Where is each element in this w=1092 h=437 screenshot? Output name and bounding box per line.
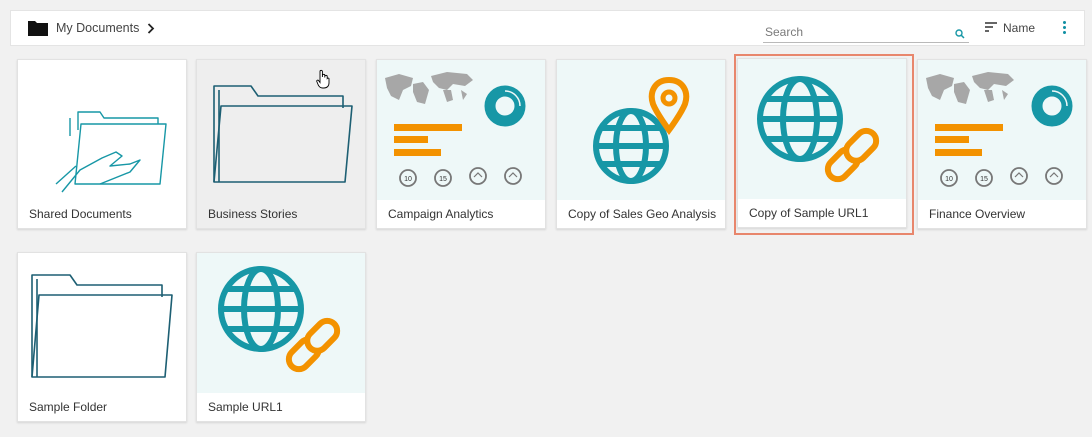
document-card-label: Finance Overview	[929, 207, 1026, 221]
globe-pin-icon	[557, 60, 725, 200]
sort-button[interactable]: Name	[985, 19, 1035, 37]
toolbar: My Documents Name	[10, 10, 1085, 46]
more-options-icon[interactable]	[1059, 20, 1069, 36]
shared-folder-icon	[18, 60, 186, 200]
search-icon[interactable]	[955, 26, 965, 44]
folder-icon	[28, 20, 48, 36]
document-card-label: Sample URL1	[208, 400, 283, 414]
svg-text:15: 15	[980, 176, 988, 183]
document-card-business-stories[interactable]: Business Stories	[196, 59, 366, 229]
document-card-sample-url1[interactable]: Sample URL1	[196, 252, 366, 422]
breadcrumb-label[interactable]: My Documents	[56, 21, 139, 35]
dashboard-thumbnail-icon: 10 15	[918, 60, 1086, 200]
selection-highlight	[734, 54, 914, 235]
breadcrumb[interactable]: My Documents	[28, 20, 155, 36]
document-card-label: Campaign Analytics	[388, 207, 494, 221]
svg-text:10: 10	[404, 176, 412, 183]
search-box	[763, 21, 969, 43]
document-card-label: Business Stories	[208, 207, 298, 221]
document-card-sample-folder[interactable]: Sample Folder	[17, 252, 187, 422]
folder-icon	[197, 60, 365, 200]
search-input[interactable]	[763, 21, 933, 42]
sort-icon	[985, 19, 997, 37]
svg-text:15: 15	[439, 176, 447, 183]
sort-label: Name	[1003, 21, 1036, 35]
document-card-copy-of-sales-geo-analysis[interactable]: Copy of Sales Geo Analysis	[556, 59, 726, 229]
folder-icon	[18, 253, 186, 393]
hand-pointer-icon	[316, 69, 330, 94]
svg-text:10: 10	[945, 176, 953, 183]
document-card-finance-overview[interactable]: 10 15 Finance Overview	[917, 59, 1087, 229]
document-card-label: Sample Folder	[29, 400, 108, 414]
document-card-shared-documents[interactable]: Shared Documents	[17, 59, 187, 229]
chevron-right-icon[interactable]	[147, 22, 155, 34]
dashboard-thumbnail-icon: 10 15	[377, 60, 545, 200]
document-card-campaign-analytics[interactable]: 10 15 Campaign Analytics	[376, 59, 546, 229]
document-card-label: Copy of Sales Geo Analysis	[568, 207, 717, 221]
document-card-label: Shared Documents	[29, 207, 132, 221]
globe-link-icon	[197, 253, 365, 393]
